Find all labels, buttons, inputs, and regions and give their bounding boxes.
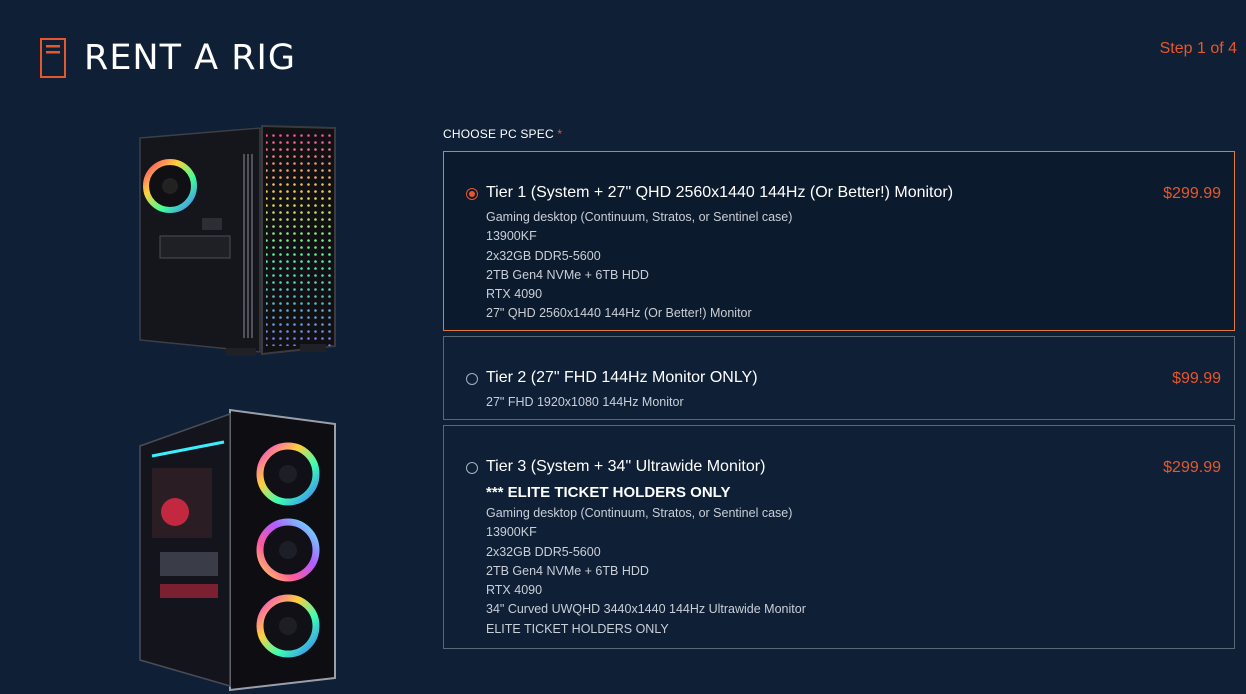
radio-button-tier-2[interactable] xyxy=(466,373,478,385)
option-details: Gaming desktop (Continuum, Stratos, or S… xyxy=(486,208,792,324)
step-indicator: Step 1 of 4 xyxy=(1159,40,1237,57)
option-title: Tier 3 (System + 34" Ultrawide Monitor) xyxy=(486,458,766,475)
detail-line: RTX 4090 xyxy=(486,583,543,598)
detail-line: 2TB Gen4 NVMe + 6TB HDD xyxy=(486,563,649,578)
rig-logo-icon xyxy=(40,38,66,78)
detail-line: ELITE TICKET HOLDERS ONLY xyxy=(486,621,669,636)
pc-tower-image-1 xyxy=(139,124,336,356)
detail-line: 27" QHD 2560x1440 144Hz (Or Better!) Mon… xyxy=(486,306,752,321)
choose-spec-label: CHOOSE PC SPEC * xyxy=(443,127,563,141)
required-marker: * xyxy=(557,127,563,141)
detail-line: RTX 4090 xyxy=(486,287,543,302)
spec-option-tier-2[interactable]: Tier 2 (27" FHD 144Hz Monitor ONLY) $99.… xyxy=(443,336,1235,420)
option-title: Tier 2 (27" FHD 144Hz Monitor ONLY) xyxy=(486,369,758,386)
option-price: $99.99 xyxy=(1172,370,1221,387)
option-details: Gaming desktop (Continuum, Stratos, or S… xyxy=(486,504,806,639)
spec-option-tier-3[interactable]: Tier 3 (System + 34" Ultrawide Monitor) … xyxy=(443,425,1235,649)
elite-notice: *** ELITE TICKET HOLDERS ONLY xyxy=(486,484,731,501)
radio-button-tier-3[interactable] xyxy=(466,462,478,474)
page-title: RENT A RIG xyxy=(84,38,296,78)
detail-line: 13900KF xyxy=(486,525,537,540)
detail-line: Gaming desktop (Continuum, Stratos, or S… xyxy=(486,506,793,520)
detail-line: 2TB Gen4 NVMe + 6TB HDD xyxy=(486,267,649,282)
detail-line: 13900KF xyxy=(486,229,537,244)
option-title: Tier 1 (System + 27" QHD 2560x1440 144Hz… xyxy=(486,184,954,201)
option-price: $299.99 xyxy=(1163,185,1221,202)
pc-tower-image-2 xyxy=(139,408,336,692)
option-price: $299.99 xyxy=(1163,459,1221,476)
detail-line: Gaming desktop (Continuum, Stratos, or S… xyxy=(486,210,793,224)
detail-line: 27" FHD 1920x1080 144Hz Monitor xyxy=(486,395,684,409)
detail-line: 2x32GB DDR5-5600 xyxy=(486,544,601,559)
option-details: 27" FHD 1920x1080 144Hz Monitor xyxy=(486,393,684,412)
detail-line: 2x32GB DDR5-5600 xyxy=(486,248,601,263)
detail-line: 34" Curved UWQHD 3440x1440 144Hz Ultrawi… xyxy=(486,602,806,617)
radio-button-tier-1[interactable] xyxy=(466,188,478,200)
spec-option-tier-1[interactable]: Tier 1 (System + 27" QHD 2560x1440 144Hz… xyxy=(443,151,1235,331)
